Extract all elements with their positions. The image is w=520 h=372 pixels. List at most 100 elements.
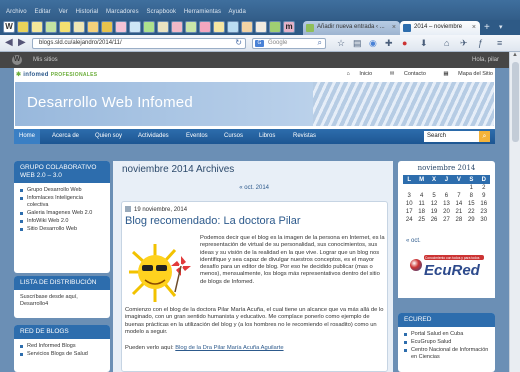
site-nav: Home Acerca de Quien soy Actividades Eve… [14, 129, 495, 144]
pinned-tab-icon[interactable] [59, 21, 71, 33]
bookmark-star-icon[interactable]: ☆ [337, 37, 345, 49]
pinned-tab-icon[interactable] [185, 21, 197, 33]
nav-acerca-de[interactable]: Acerca de [52, 129, 79, 144]
tab-add-new-entry[interactable]: Añadir nueva entrada ‹ ... × [303, 21, 400, 35]
new-tab-button[interactable]: + [484, 21, 490, 34]
social-icon[interactable]: ƒ [478, 37, 483, 49]
bookmarks-icon[interactable]: ▤ [353, 37, 362, 49]
post-blog-link[interactable]: Blog de la Dra Pilar María Acuña Aguilar… [175, 345, 283, 351]
pinned-tab-icon[interactable] [45, 21, 57, 33]
scroll-up-icon[interactable]: ▲ [512, 52, 518, 58]
menu-item[interactable]: Marcadores [106, 9, 139, 15]
menu-item[interactable]: Ver [59, 9, 68, 15]
page-viewport: ✱ infomed PROFESIONALES ⌂ Inicio ✉ Conta… [0, 68, 509, 372]
ecured-banner[interactable]: Conocimiento con todos y para todos EcuR… [398, 246, 495, 298]
infomed-logo[interactable]: ✱ infomed PROFESIONALES [16, 71, 97, 78]
nav-quien-soy[interactable]: Quien soy [95, 129, 122, 144]
previous-month-link[interactable]: « oct. 2014 [239, 185, 269, 191]
pinned-tab-icon[interactable] [129, 21, 141, 33]
search-bar[interactable]: G Google ⌕ [252, 38, 326, 49]
sidebar-link[interactable]: EcuGrupo Salud [404, 339, 489, 346]
close-icon[interactable]: × [472, 21, 476, 34]
calendar-day: 30 [480, 217, 488, 223]
pinned-tab-icon[interactable] [17, 21, 29, 33]
menu-item[interactable]: Scrapbook [146, 9, 176, 15]
nav-libros[interactable]: Libros [259, 129, 275, 144]
home-icon[interactable]: ⌂ [444, 37, 449, 49]
sidebar-link[interactable]: InfoWiki Web 2.0 [20, 218, 104, 225]
sidebar-text[interactable]: Suscríbase desde aquí, Desarrollo4 [14, 290, 110, 312]
sidebar-link[interactable]: Red Informed Blogs [20, 343, 104, 350]
sidebar-link[interactable]: Servicios Blogs de Salud [20, 351, 104, 358]
logo-brand: infomed [23, 72, 49, 78]
pinned-tab-icon[interactable] [227, 21, 239, 33]
navigation-toolbar: ◀ ▶ blogs.sld.cu/alejandro/2014/11/ ↻ G … [0, 35, 520, 52]
download-icon[interactable]: ⬇ [420, 37, 428, 49]
nav-actividades[interactable]: Actividades [138, 129, 169, 144]
search-icon[interactable]: ⌕ [479, 131, 490, 142]
pinned-tab-icon[interactable] [31, 21, 43, 33]
wordpress-icon[interactable]: W [12, 55, 22, 65]
calendar-prev-link[interactable]: « oct. [406, 238, 421, 244]
sidebar-link[interactable]: Centro Nacional de Información en Cienci… [404, 347, 489, 361]
sidebar-link[interactable]: Galeria Imagenes Web 2.0 [20, 210, 104, 217]
search-icon[interactable]: ⌕ [318, 38, 322, 47]
pinned-tab-icon[interactable] [269, 21, 281, 33]
addon-icon[interactable]: ● [402, 37, 407, 49]
menu-icon[interactable]: ≡ [497, 37, 502, 49]
scrollbar-thumb[interactable] [512, 62, 519, 142]
refresh-icon[interactable]: ↻ [235, 38, 242, 47]
vertical-scrollbar[interactable]: ▲ [509, 52, 520, 372]
my-sites-link[interactable]: Mis sitios [33, 52, 58, 68]
tab-list-dropdown-icon[interactable]: ▾ [499, 22, 503, 34]
menu-item[interactable]: Herramientas [184, 9, 221, 15]
pinned-tab-icon[interactable] [213, 21, 225, 33]
nav-eventos[interactable]: Eventos [186, 129, 208, 144]
close-icon[interactable]: × [392, 21, 396, 34]
menu-item[interactable]: Archivo [6, 9, 27, 15]
pinned-tab-icon[interactable] [101, 21, 113, 33]
addon-icon[interactable]: ✚ [385, 37, 393, 49]
pinned-tab-icon[interactable]: m [283, 21, 295, 33]
sidebar-link[interactable]: Infomlaces Inteligencia colectiva [20, 195, 104, 209]
sidebar-link[interactable]: Sitio Desarrollo Web [20, 226, 104, 233]
tab-active[interactable]: 2014 – noviembre × [400, 21, 480, 35]
calendar-day: 3 [407, 193, 411, 199]
pinned-tab-icon[interactable] [143, 21, 155, 33]
wordpress-pinned-tab-icon[interactable]: W [3, 21, 15, 33]
user-greeting[interactable]: Hola, pilar [472, 52, 499, 68]
nav-cursos[interactable]: Cursos [224, 129, 243, 144]
pinned-tab-icon[interactable] [73, 21, 85, 33]
pinned-tab-icon[interactable] [87, 21, 99, 33]
sidebar-heading: LISTA DE DISTRIBUCIÓN [14, 276, 110, 290]
pinned-tab-icon[interactable] [255, 21, 267, 33]
sidebar-link[interactable]: Grupo Desarrollo Web [20, 187, 104, 194]
menu-item[interactable]: Editar [35, 9, 51, 15]
calendar-day [453, 184, 465, 192]
pinned-tab-icon[interactable] [157, 21, 169, 33]
url-bar[interactable]: blogs.sld.cu/alejandro/2014/11/ ↻ [32, 38, 246, 49]
site-title[interactable]: Desarrollo Web Infomed [27, 94, 193, 111]
pocket-icon[interactable]: ◉ [369, 37, 377, 49]
sitemap-link[interactable]: ▦ Mapa del Sitio [435, 71, 493, 77]
addon-icon[interactable]: ✈ [460, 37, 468, 49]
nav-home[interactable]: Home [14, 129, 41, 144]
forward-button[interactable]: ▶ [18, 37, 26, 49]
ecured-tagline: Conocimiento con todos y para todos [425, 255, 480, 260]
home-link[interactable]: ⌂ Inicio [338, 71, 372, 77]
sidebar-box-ecured: ECURED Portal Salud en Cuba EcuGrupo Sal… [398, 313, 495, 372]
pinned-tab-icon[interactable] [171, 21, 183, 33]
menu-item[interactable]: Historial [76, 9, 99, 15]
menu-item[interactable]: Ayuda [229, 9, 246, 15]
pinned-tab-icon[interactable] [199, 21, 211, 33]
back-button[interactable]: ◀ [5, 37, 13, 49]
contact-link[interactable]: ✉ Contacto [382, 71, 426, 77]
pinned-tab-icon[interactable] [241, 21, 253, 33]
sidebar-link[interactable]: Portal Salud en Cuba [404, 331, 489, 338]
calendar-day: 29 [467, 217, 475, 223]
nav-revistas[interactable]: Revistas [293, 129, 316, 144]
post-title[interactable]: Blog recomendado: La doctora Pilar [125, 215, 301, 227]
site-search-input[interactable]: Search ⌕ [424, 131, 490, 142]
calendar-day: 13 [443, 201, 450, 207]
pinned-tab-icon[interactable] [115, 21, 127, 33]
